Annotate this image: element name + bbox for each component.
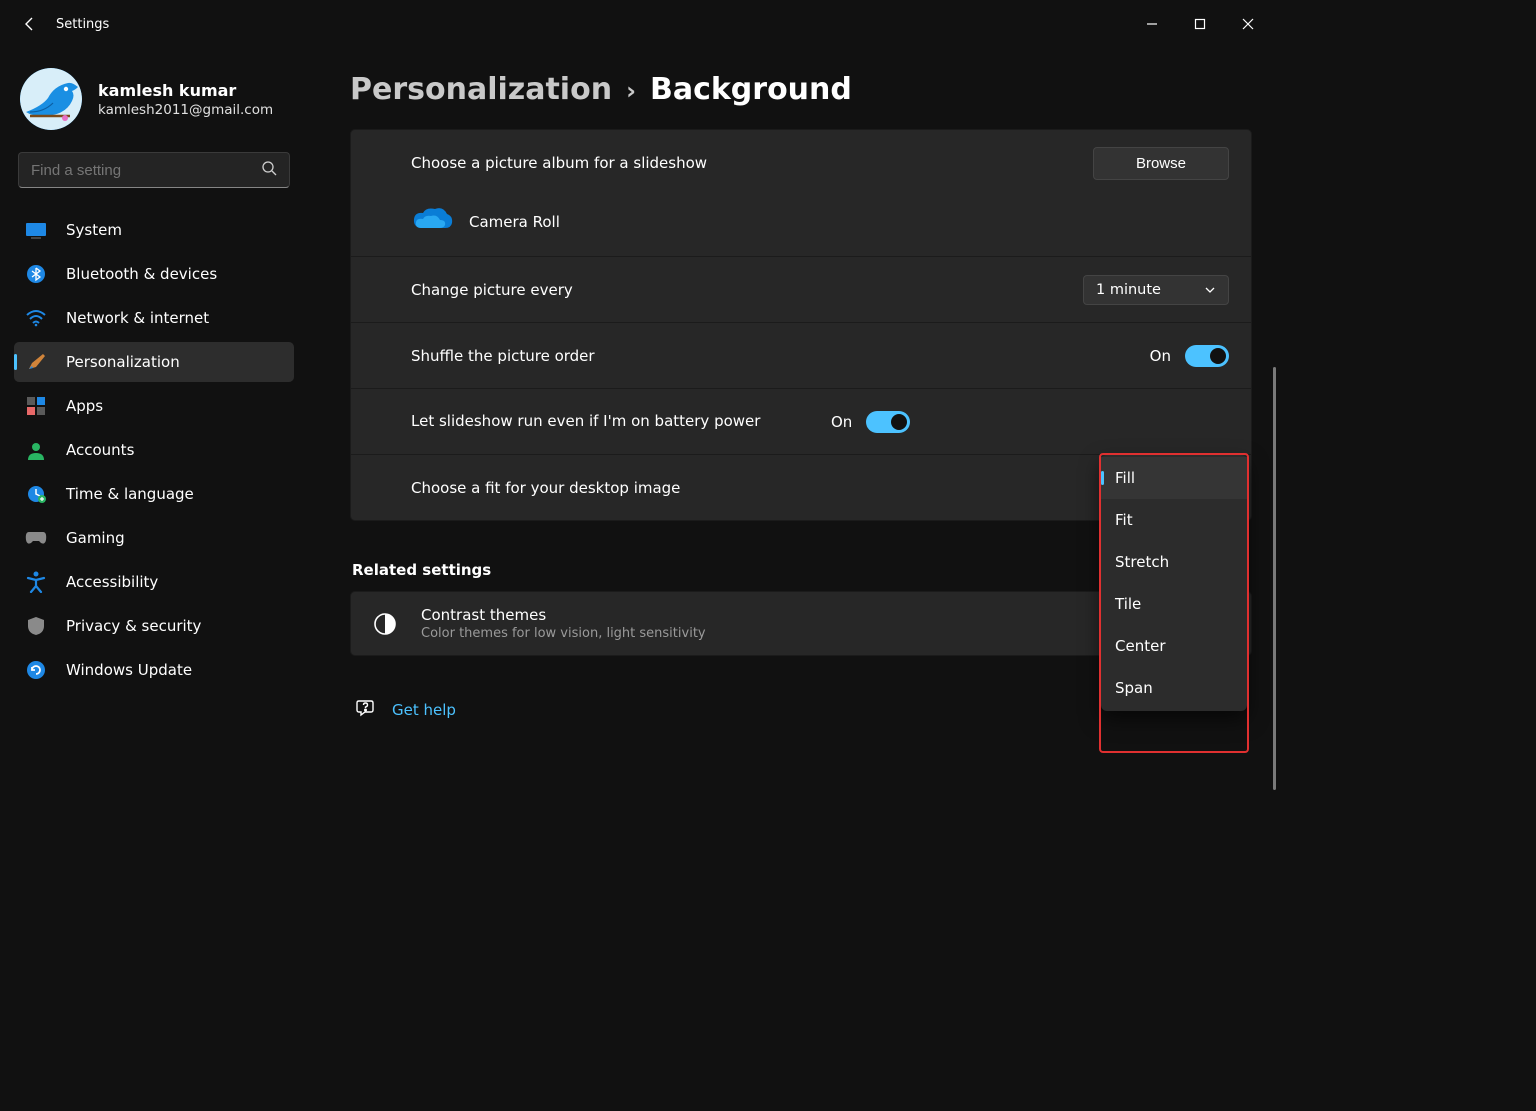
- fit-dropdown[interactable]: Fill Fit Stretch Tile Center Span: [1101, 455, 1247, 711]
- profile-name: kamlesh kumar: [98, 81, 273, 100]
- nav-item-gaming[interactable]: Gaming: [14, 518, 294, 558]
- wifi-icon: [24, 306, 48, 330]
- breadcrumb-current: Background: [650, 72, 852, 107]
- nav-item-bluetooth[interactable]: Bluetooth & devices: [14, 254, 294, 294]
- nav-item-network[interactable]: Network & internet: [14, 298, 294, 338]
- contrast-desc: Color themes for low vision, light sensi…: [421, 626, 1217, 641]
- fit-option-span[interactable]: Span: [1101, 667, 1247, 709]
- background-settings-panel: Choose a picture album for a slideshow B…: [350, 129, 1252, 521]
- profile-block[interactable]: kamlesh kumar kamlesh2011@gmail.com: [14, 66, 294, 152]
- nav-list: System Bluetooth & devices Network & int…: [14, 210, 294, 690]
- onedrive-icon: [411, 206, 453, 238]
- nav-item-apps[interactable]: Apps: [14, 386, 294, 426]
- titlebar: Settings: [0, 0, 1280, 48]
- search-icon: [261, 160, 277, 180]
- paintbrush-icon: [24, 350, 48, 374]
- battery-label: Let slideshow run even if I'm on battery…: [411, 411, 831, 431]
- choose-album-row: Choose a picture album for a slideshow B…: [351, 130, 1251, 196]
- nav-item-accounts[interactable]: Accounts: [14, 430, 294, 470]
- scrollbar-thumb[interactable]: [1273, 367, 1276, 791]
- shuffle-toggle[interactable]: [1185, 345, 1229, 367]
- change-every-label: Change picture every: [411, 281, 1083, 299]
- battery-row: Let slideshow run even if I'm on battery…: [351, 388, 1251, 454]
- nav-item-personalization[interactable]: Personalization: [14, 342, 294, 382]
- nav-item-privacy[interactable]: Privacy & security: [14, 606, 294, 646]
- bluetooth-icon: [24, 262, 48, 286]
- nav-label: Network & internet: [66, 309, 209, 327]
- fit-row: Choose a fit for your desktop image Fill…: [351, 454, 1251, 520]
- update-icon: [24, 658, 48, 682]
- breadcrumb: Personalization › Background: [350, 72, 1252, 107]
- gamepad-icon: [24, 526, 48, 550]
- nav-item-accessibility[interactable]: Accessibility: [14, 562, 294, 602]
- nav-label: Gaming: [66, 529, 125, 547]
- nav-label: Accessibility: [66, 573, 158, 591]
- change-every-select[interactable]: 1 minute: [1083, 275, 1229, 305]
- breadcrumb-parent[interactable]: Personalization: [350, 72, 612, 107]
- browse-button[interactable]: Browse: [1093, 147, 1229, 180]
- display-icon: [24, 218, 48, 242]
- nav-item-time[interactable]: Time & language: [14, 474, 294, 514]
- accessibility-icon: [24, 570, 48, 594]
- sidebar: kamlesh kumar kamlesh2011@gmail.com Syst…: [0, 66, 308, 919]
- nav-label: System: [66, 221, 122, 239]
- chevron-down-icon: [1204, 284, 1216, 296]
- nav-label: Apps: [66, 397, 103, 415]
- change-every-value: 1 minute: [1096, 282, 1161, 298]
- contrast-title: Contrast themes: [421, 606, 1217, 624]
- maximize-button[interactable]: [1176, 8, 1224, 40]
- clock-icon: [24, 482, 48, 506]
- nav-label: Time & language: [66, 485, 194, 503]
- avatar: [20, 68, 82, 130]
- search-box[interactable]: [18, 152, 290, 188]
- nav-label: Personalization: [66, 353, 180, 371]
- shuffle-state-text: On: [1150, 347, 1171, 365]
- fit-option-stretch[interactable]: Stretch: [1101, 541, 1247, 583]
- choose-album-label: Choose a picture album for a slideshow: [411, 154, 1093, 172]
- person-icon: [24, 438, 48, 462]
- chevron-right-icon: ›: [626, 77, 636, 105]
- nav-label: Accounts: [66, 441, 134, 459]
- nav-label: Windows Update: [66, 661, 192, 679]
- nav-label: Bluetooth & devices: [66, 265, 217, 283]
- apps-icon: [24, 394, 48, 418]
- app-title: Settings: [56, 17, 109, 32]
- search-input[interactable]: [31, 162, 261, 179]
- shield-icon: [24, 614, 48, 638]
- fit-option-fill[interactable]: Fill: [1101, 457, 1247, 499]
- scrollbar[interactable]: [1270, 62, 1278, 909]
- profile-email: kamlesh2011@gmail.com: [98, 102, 273, 118]
- nav-label: Privacy & security: [66, 617, 201, 635]
- change-every-row: Change picture every 1 minute: [351, 256, 1251, 322]
- album-name: Camera Roll: [469, 213, 560, 231]
- contrast-icon: [371, 612, 399, 636]
- window-controls: [1128, 8, 1272, 40]
- shuffle-label: Shuffle the picture order: [411, 347, 1150, 365]
- minimize-button[interactable]: [1128, 8, 1176, 40]
- help-icon: [356, 698, 376, 722]
- nav-item-update[interactable]: Windows Update: [14, 650, 294, 690]
- back-button[interactable]: [8, 2, 52, 46]
- battery-toggle[interactable]: [866, 411, 910, 433]
- close-button[interactable]: [1224, 8, 1272, 40]
- fit-option-tile[interactable]: Tile: [1101, 583, 1247, 625]
- battery-state-text: On: [831, 413, 852, 431]
- nav-item-system[interactable]: System: [14, 210, 294, 250]
- shuffle-row: Shuffle the picture order On: [351, 322, 1251, 388]
- get-help-label: Get help: [392, 701, 456, 719]
- album-row: Camera Roll: [351, 196, 1251, 256]
- fit-option-center[interactable]: Center: [1101, 625, 1247, 667]
- fit-option-fit[interactable]: Fit: [1101, 499, 1247, 541]
- main-content: Personalization › Background Choose a pi…: [308, 66, 1280, 919]
